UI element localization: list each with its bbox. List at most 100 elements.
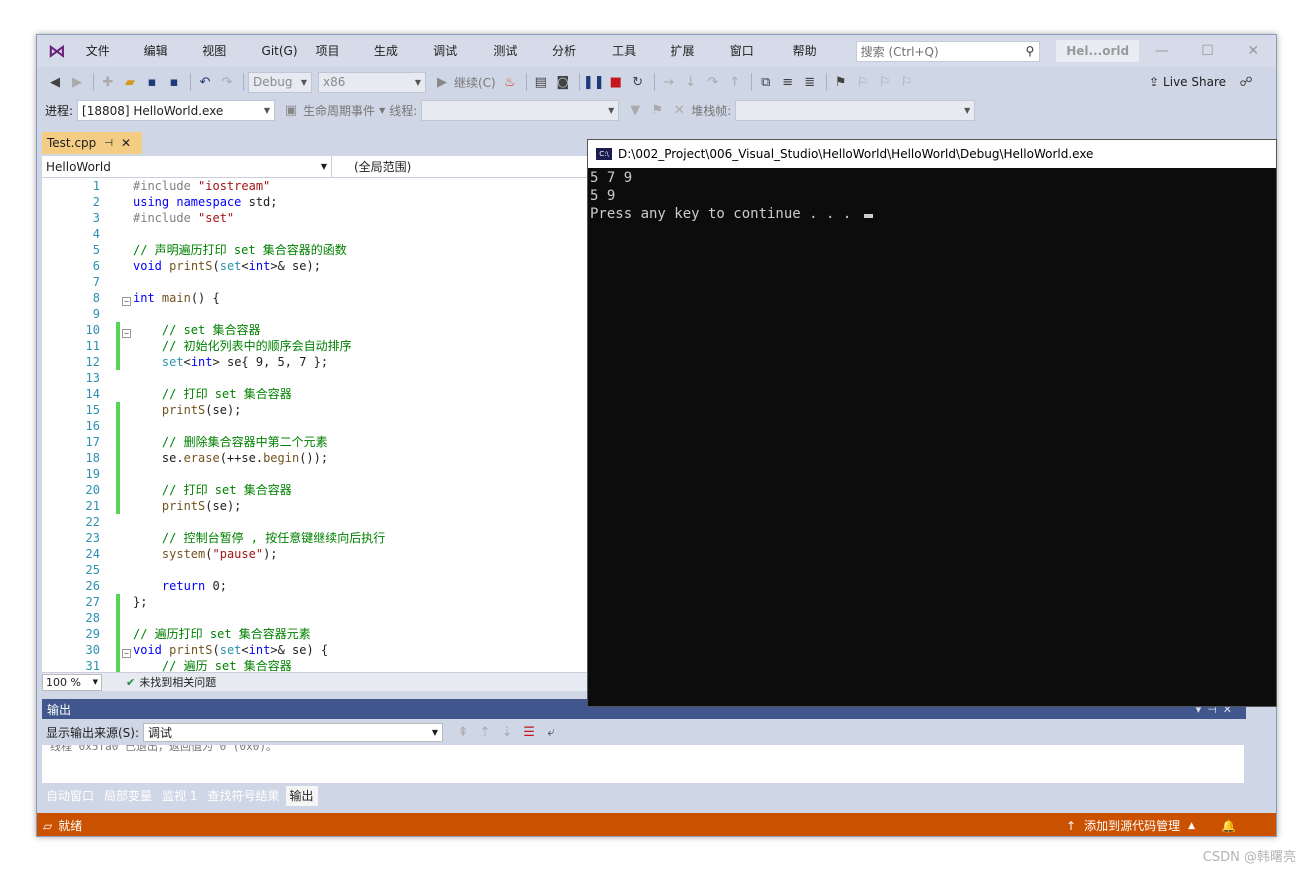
maximize-button[interactable]: ☐: [1185, 43, 1231, 59]
line-number: 16: [85, 419, 100, 433]
menu-test[interactable]: 测试(S): [484, 35, 543, 90]
search-input[interactable]: 搜索 (Ctrl+Q) ⚲: [855, 40, 1041, 62]
platform-value: x86: [323, 75, 346, 89]
output-source-label: 显示输出来源(S):: [46, 725, 140, 740]
notifications-bell-icon[interactable]: 🔔: [1221, 819, 1236, 833]
minimize-button[interactable]: —: [1139, 43, 1185, 59]
code-line: 28: [42, 610, 590, 626]
menu-debug[interactable]: 调试(D): [424, 35, 484, 90]
find-message-icon[interactable]: ⇞: [453, 722, 473, 742]
browse-icon[interactable]: ▤: [531, 72, 551, 92]
pin-icon[interactable]: ⊣: [104, 138, 113, 149]
restart-icon[interactable]: ↻: [628, 72, 648, 92]
back-icon[interactable]: ◀: [45, 72, 65, 92]
save-icon[interactable]: ▪: [142, 72, 162, 92]
tab-locals[interactable]: 局部变量: [100, 786, 156, 806]
menu-view[interactable]: 视图(V): [193, 35, 252, 90]
solution-name-badge[interactable]: Hel...orld: [1056, 40, 1140, 62]
menu-analyze[interactable]: 分析(N): [543, 35, 603, 90]
line-number: 3: [92, 211, 100, 225]
tab-output[interactable]: 输出: [285, 786, 318, 806]
comment-icon[interactable]: ≡: [778, 72, 798, 92]
chevron-down-icon: ▼: [608, 106, 615, 115]
menu-project[interactable]: 项目(P): [307, 35, 365, 90]
forward-icon[interactable]: ▶: [67, 72, 87, 92]
close-tab-icon[interactable]: ✕: [121, 136, 131, 150]
menu-help[interactable]: 帮助(H): [784, 35, 844, 90]
live-share-button[interactable]: ⇪ Live Share: [1149, 75, 1226, 89]
next-message-icon[interactable]: ⇣: [497, 722, 517, 742]
chevron-down-icon: ▼: [320, 162, 327, 171]
line-text: // 遍历打印 set 集合容器元素: [133, 627, 311, 641]
tab-autos[interactable]: 自动窗口: [42, 786, 98, 806]
new-project-icon[interactable]: ✚: [98, 72, 118, 92]
status-bar: ▱ 就绪 ↑ 添加到源代码管理 ▲ 🔔: [37, 813, 1276, 836]
lifecycle-events-button[interactable]: 生命周期事件: [303, 102, 375, 119]
hex-display-icon[interactable]: ⧉: [756, 72, 776, 92]
code-area[interactable]: − − − 1 #include "iostream" 2 using namespa…: [42, 178, 590, 672]
unflag-thread-icon[interactable]: ✕: [669, 101, 689, 121]
line-number: 23: [85, 531, 100, 545]
configuration-value: Debug: [253, 75, 293, 89]
menu-tools[interactable]: 工具(T): [603, 35, 661, 90]
step-over-icon[interactable]: ↷: [703, 72, 723, 92]
filter-icon[interactable]: ▼: [625, 101, 645, 121]
step-out-icon[interactable]: ↑: [725, 72, 745, 92]
clear-bookmarks-icon[interactable]: ⚐: [897, 72, 917, 92]
lifecycle-events-icon[interactable]: ▣: [281, 101, 301, 121]
tab-test-cpp[interactable]: Test.cpp ⊣ ✕: [42, 132, 142, 154]
screenshot-icon[interactable]: ◙: [553, 72, 573, 92]
prev-bookmark-icon[interactable]: ⚐: [853, 72, 873, 92]
chevron-down-icon: ▼: [964, 106, 971, 115]
word-wrap-icon[interactable]: ⤶: [541, 722, 561, 742]
code-line: 10 // set 集合容器: [42, 322, 590, 338]
configuration-dropdown[interactable]: Debug ▼: [248, 71, 312, 93]
close-window-button[interactable]: ✕: [1230, 43, 1276, 59]
menu-extensions[interactable]: 扩展(X): [661, 35, 720, 90]
hot-reload-icon[interactable]: ♨: [500, 72, 520, 92]
pause-icon[interactable]: ❚❚: [583, 72, 605, 92]
add-to-source-control-button[interactable]: 添加到源代码管理: [1084, 817, 1180, 834]
stack-frame-dropdown[interactable]: ▼: [735, 100, 976, 121]
prev-message-icon[interactable]: ⇡: [475, 722, 495, 742]
next-bookmark-icon[interactable]: ⚐: [875, 72, 895, 92]
continue-button[interactable]: 继续(C): [454, 74, 496, 91]
save-all-icon[interactable]: ▪: [164, 72, 184, 92]
open-folder-icon[interactable]: ▰: [120, 72, 140, 92]
line-text: printS(se);: [161, 499, 242, 513]
continue-icon[interactable]: ▶: [432, 72, 452, 92]
platform-dropdown[interactable]: x86 ▼: [318, 71, 426, 93]
show-next-statement-icon[interactable]: →: [659, 72, 679, 92]
project-dropdown[interactable]: HelloWorld ▼: [42, 156, 332, 177]
issues-indicator[interactable]: ✔ 未找到相关问题: [126, 674, 216, 690]
output-title: 输出: [47, 702, 72, 717]
output-text-area[interactable]: 线程 0x5fa0 已退出，返回值为 0 (0x0)。: [42, 745, 1244, 783]
uncomment-icon[interactable]: ≣: [800, 72, 820, 92]
menu-git[interactable]: Git(G): [253, 35, 307, 67]
thread-dropdown[interactable]: ▼: [421, 100, 620, 121]
menu-file[interactable]: 文件(F): [77, 35, 135, 90]
tab-find-symbol-results[interactable]: 查找符号结果: [203, 786, 283, 806]
scope-dropdown[interactable]: (全局范围): [332, 156, 590, 177]
clear-all-icon[interactable]: ☰: [519, 722, 539, 742]
flag-thread-icon[interactable]: ⚑: [647, 101, 667, 121]
code-line: 29 // 遍历打印 set 集合容器元素: [42, 626, 590, 642]
code-line: 7: [42, 274, 590, 290]
step-into-icon[interactable]: ↓: [681, 72, 701, 92]
tab-watch-1[interactable]: 监视 1: [158, 786, 201, 806]
output-source-dropdown[interactable]: 调试 ▼: [143, 722, 444, 742]
code-line: 17 // 删除集合容器中第二个元素: [42, 434, 590, 450]
process-dropdown[interactable]: [18808] HelloWorld.exe ▼: [77, 100, 276, 121]
bookmark-icon[interactable]: ⚑: [831, 72, 851, 92]
redo-icon[interactable]: ↷: [217, 72, 237, 92]
undo-icon[interactable]: ↶: [195, 72, 215, 92]
console-window[interactable]: C:\ D:\002_Project\006_Visual_Studio\Hel…: [587, 139, 1277, 707]
zoom-dropdown[interactable]: 100 % ▼: [42, 673, 102, 691]
console-prompt: Press any key to continue . . .: [590, 206, 860, 222]
menu-window[interactable]: 窗口(W): [721, 35, 784, 90]
menu-build[interactable]: 生成(B): [365, 35, 424, 90]
menu-edit[interactable]: 编辑(E): [135, 35, 194, 90]
feedback-icon[interactable]: ☍: [1236, 72, 1256, 92]
stop-icon[interactable]: ■: [606, 72, 626, 92]
code-line: 23 // 控制台暂停 , 按任意键继续向后执行: [42, 530, 590, 546]
